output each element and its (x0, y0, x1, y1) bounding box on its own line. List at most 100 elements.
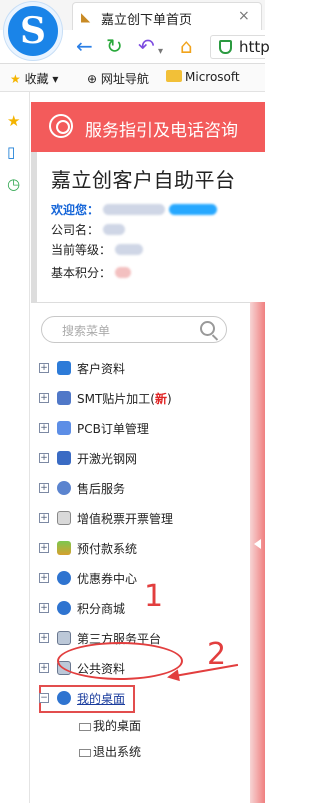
search-icon[interactable] (200, 321, 215, 336)
redacted-level (114, 244, 143, 255)
menu-item-label: 预付款系统 (77, 542, 138, 556)
tab-title: 嘉立创下单首页 (101, 13, 193, 28)
expand-icon[interactable]: + (39, 363, 49, 373)
refresh-icon[interactable]: ↻ (106, 36, 123, 56)
welcome-label: 欢迎您： (51, 203, 100, 217)
expand-icon[interactable]: + (39, 513, 49, 523)
submenu-item-label: 退出系统 (93, 745, 142, 759)
menu-item-invoice[interactable]: + 增值税票开票管理 (39, 508, 239, 530)
collapse-icon[interactable]: − (39, 693, 49, 703)
submenu-item-icon (79, 749, 91, 757)
expand-icon[interactable]: + (39, 663, 49, 673)
desktop-icon (57, 691, 71, 705)
company-label: 公司名： (51, 223, 100, 237)
bookmark-microsoft[interactable]: Microsoft (166, 70, 240, 84)
platform-title: 嘉立创客户自助平台 (51, 168, 236, 192)
bookmark-label: 收藏 (24, 72, 49, 86)
level-line: 当前等级： (51, 241, 143, 258)
expand-icon[interactable]: + (39, 543, 49, 553)
prepaid-icon (57, 541, 71, 555)
browser-tab[interactable]: ◣ 嘉立创下单首页 × (72, 2, 262, 30)
bookmark-label: Microsoft (185, 70, 240, 84)
menu-item-prepaid[interactable]: + 预付款系统 (39, 538, 239, 560)
company-line: 公司名： (51, 221, 125, 238)
tab-close-icon[interactable]: × (238, 8, 250, 24)
browser-sidebar: ★ ▯ ◷ (0, 92, 30, 803)
menu-item-after-sales[interactable]: + 售后服务 (39, 478, 239, 500)
customer-icon (57, 361, 71, 375)
menu-search[interactable]: 搜索菜单 (41, 316, 227, 343)
invoice-icon (57, 511, 71, 525)
site-favicon-icon: ◣ (81, 10, 91, 24)
menu-item-label: 客户资料 (77, 362, 126, 376)
menu-item-label: 开激光钢网 (77, 452, 138, 466)
redacted-company (102, 224, 125, 235)
submenu-my-desktop[interactable]: 我的桌面 (79, 717, 142, 739)
star-icon: ★ (10, 72, 21, 86)
collapse-left-icon[interactable] (254, 539, 261, 549)
menu-item-customer-info[interactable]: + 客户资料 (39, 358, 239, 380)
third-party-icon (57, 631, 71, 645)
address-bar[interactable]: http (210, 35, 270, 59)
expand-icon[interactable]: + (39, 633, 49, 643)
expand-icon[interactable]: + (39, 573, 49, 583)
bookmark-favorites[interactable]: ★ 收藏 ▾ (10, 70, 58, 87)
annotation-step-1: 1 (144, 579, 164, 614)
menu-item-label: SMT贴片加工(新) (77, 392, 172, 406)
points-mall-icon (57, 601, 71, 615)
menu-item-label: 增值税票开票管理 (77, 512, 174, 526)
smt-icon (57, 391, 71, 405)
globe-icon: ⊕ (87, 72, 98, 86)
expand-icon[interactable]: + (39, 423, 49, 433)
address-text: http (239, 38, 270, 56)
coupon-icon (57, 571, 71, 585)
menu-item-my-desktop[interactable]: − 我的桌面 (39, 685, 239, 713)
banner-title: 服务指引及电话咨询 (85, 121, 238, 141)
expand-icon[interactable]: + (39, 393, 49, 403)
reader-sidebar-icon[interactable]: ▯ (7, 143, 15, 161)
new-tag: 新 (154, 392, 167, 406)
web-page: 服务指引及电话咨询 嘉立创客户自助平台 欢迎您： 公司名： 当前等级： 基本积分… (31, 92, 265, 803)
welcome-line: 欢迎您： (51, 201, 217, 218)
browser-logo-icon: S (4, 2, 62, 60)
laser-stencil-icon (57, 451, 71, 465)
menu-item-label: 我的桌面 (77, 692, 126, 706)
bookmark-nav[interactable]: ⊕ 网址导航 (87, 70, 149, 87)
menu-item-label: 售后服务 (77, 482, 126, 496)
service-banner[interactable]: 服务指引及电话咨询 (31, 102, 265, 152)
level-label: 当前等级： (51, 243, 112, 257)
redacted-points (114, 267, 131, 278)
submenu-logout[interactable]: 退出系统 (79, 743, 142, 765)
back-icon[interactable]: ← (76, 36, 93, 56)
menu-item-label: 积分商城 (77, 602, 126, 616)
menu-item-smt[interactable]: + SMT贴片加工(新) (39, 388, 239, 410)
browser-tab-bar: S ◣ 嘉立创下单首页 × (0, 0, 265, 60)
bookmarks-bar: ★ 收藏 ▾ ⊕ 网址导航 Microsoft (0, 64, 265, 92)
home-icon[interactable]: ⌂ (180, 36, 193, 56)
menu-item-laser-stencil[interactable]: + 开激光钢网 (39, 448, 239, 470)
menu-item-pcb-orders[interactable]: + PCB订单管理 (39, 418, 239, 440)
menu-item-label: PCB订单管理 (77, 422, 149, 436)
expand-icon[interactable]: + (39, 453, 49, 463)
undo-dropdown-icon[interactable]: ▾ (158, 42, 163, 62)
menu-item-points-mall[interactable]: + 积分商城 (39, 598, 239, 620)
points-label: 基本积分： (51, 266, 112, 280)
search-placeholder: 搜索菜单 (62, 324, 111, 338)
menu-item-label: 优惠券中心 (77, 572, 138, 586)
favorites-sidebar-icon[interactable]: ★ (7, 112, 20, 130)
logout-highlight-circle (57, 642, 183, 680)
pcb-icon (57, 421, 71, 435)
expand-icon[interactable]: + (39, 483, 49, 493)
history-sidebar-icon[interactable]: ◷ (7, 175, 20, 193)
menu-collapse-strip[interactable] (250, 302, 265, 803)
menu-item-coupons[interactable]: + 优惠券中心 (39, 568, 239, 590)
customer-service-icon (49, 114, 73, 138)
bookmark-label: 网址导航 (100, 72, 149, 86)
redacted-username (102, 204, 165, 215)
points-line: 基本积分： (51, 264, 131, 281)
account-panel: 嘉立创客户自助平台 欢迎您： 公司名： 当前等级： 基本积分： (31, 152, 265, 302)
undo-icon[interactable]: ↶ (138, 36, 155, 56)
expand-icon[interactable]: + (39, 603, 49, 613)
submenu-item-label: 我的桌面 (93, 719, 142, 733)
after-sales-icon (57, 481, 71, 495)
